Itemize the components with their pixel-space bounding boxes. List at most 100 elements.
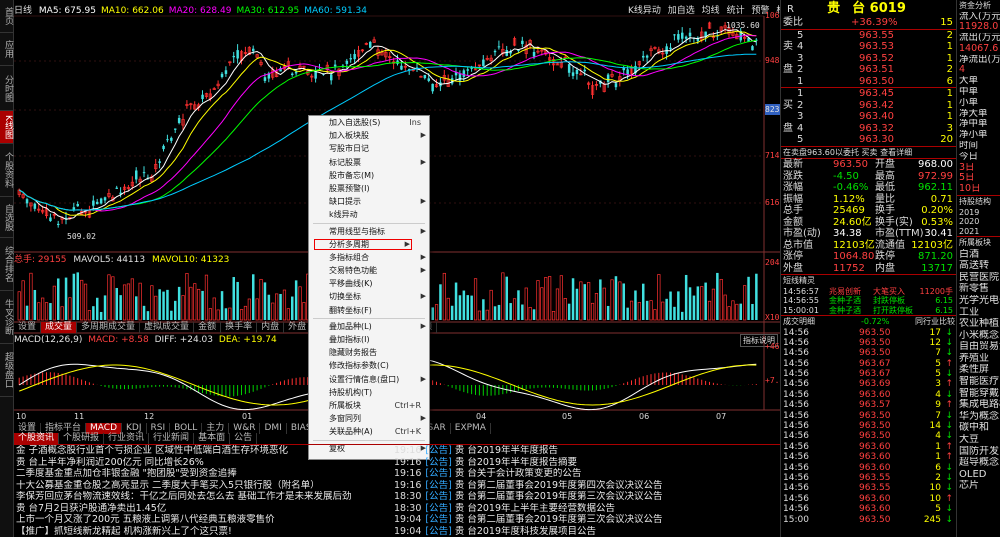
menu-item[interactable]: 写股市日记 xyxy=(309,142,429,155)
volume-tab[interactable]: 金额 xyxy=(194,322,222,333)
left-tab-home[interactable]: 首页 xyxy=(0,0,13,33)
news-tab[interactable]: 个股资讯 xyxy=(14,433,60,444)
buy-order-row[interactable]: 买 2 963.42 1 xyxy=(781,100,957,112)
concept-item[interactable]: 国防开发 xyxy=(957,446,1000,458)
announcement-item[interactable]: 19:04 [公告] 贵 台第二届董事会2019年度第三次会议决议公告 xyxy=(394,514,780,526)
concept-item[interactable]: 智能医疗 xyxy=(957,376,1000,388)
concept-item[interactable]: 养殖业 xyxy=(957,353,1000,365)
menu-item[interactable]: 修改指标参数(C) xyxy=(309,359,429,372)
volume-tab[interactable]: 成交量 xyxy=(41,322,78,333)
buy-order-row[interactable]: 3 963.40 1 xyxy=(781,111,957,123)
sell-order-row[interactable]: 3 963.52 1 xyxy=(781,53,957,65)
news-item[interactable]: 金 子酒概念股行业首个亏损企业 区域性中低端白酒生存环境恶化 xyxy=(16,445,392,457)
news-tab[interactable]: 基本面 xyxy=(194,433,231,444)
announcement-item[interactable]: 19:04 [公告] 贵 台2019年度科技发展项目公告 xyxy=(394,526,780,537)
announcement-item[interactable]: 19:16 [公告] 贵 台2019年半年度报告摘要 xyxy=(394,457,780,469)
menu-item[interactable]: 交易特色功能 ▶ xyxy=(309,264,429,277)
menu-item[interactable]: k线异动 xyxy=(309,208,429,221)
news-item[interactable]: 李保芳回应茅台物流速效线：干亿之后同处去怎么去 基础工作才是未来发展后劲 xyxy=(16,491,392,503)
concept-item[interactable]: 集成电路概 xyxy=(957,399,1000,411)
sell-order-row[interactable]: 5 963.55 2 xyxy=(781,30,957,42)
menu-item[interactable]: 平移曲线(K) xyxy=(309,277,429,290)
menu-item[interactable]: 切换坐标 ▶ xyxy=(309,290,429,303)
concept-item[interactable]: 农业种植 xyxy=(957,318,1000,330)
holding-year[interactable]: 2020 xyxy=(957,217,1000,227)
buy-order-row[interactable]: 盘 4 963.32 3 xyxy=(781,123,957,135)
concept-title[interactable]: 所属板块 xyxy=(957,236,1000,249)
sell-order-row[interactable]: 卖 4 963.53 1 xyxy=(781,41,957,53)
short-elf-item[interactable]: 14:56:55 金种子酒 封跌停板 6.15 xyxy=(781,296,957,306)
news-item[interactable]: 贵 台7月2日获沪股通净卖出1.45亿 xyxy=(16,503,392,515)
news-item[interactable]: 贵 台上半年净利润近200亿元 同比增长26% xyxy=(16,457,392,469)
announcement-item[interactable]: 19:16 [公告] 贵 台关于会计政策变更的公告 xyxy=(394,468,780,480)
news-item[interactable]: 上市一个月又涨了200元 五粮液上调第八代经典五粮液零售价 xyxy=(16,514,392,526)
concept-item[interactable]: 高送转 xyxy=(957,260,1000,272)
short-elf-item[interactable]: 14:56:57 兆易创新 大笔买入 11200手 xyxy=(781,287,957,297)
sell-order-row[interactable]: 1 963.50 6 xyxy=(781,76,957,88)
holding-title[interactable]: 持股结构 xyxy=(957,195,1000,208)
left-tab-timeshare[interactable]: 分时图 xyxy=(0,66,13,111)
menu-item[interactable]: 加入板块股 ▶ xyxy=(309,129,429,142)
left-tab-kline[interactable]: K线图 xyxy=(0,111,13,144)
concept-item[interactable]: 民营医院 xyxy=(957,272,1000,284)
short-elf-item[interactable]: 15:00:01 金种子酒 打开跌停板 6.15 xyxy=(781,306,957,316)
menu-item[interactable]: 叠加指标(I) xyxy=(309,333,429,346)
news-tab[interactable]: 行业新闻 xyxy=(149,433,195,444)
concept-item[interactable]: 新零售 xyxy=(957,283,1000,295)
volume-tab[interactable]: 虚拟成交量 xyxy=(140,322,195,333)
holding-year[interactable]: 2021 xyxy=(957,227,1000,237)
menu-item[interactable]: 分析多周期 ▶ xyxy=(313,238,413,251)
news-item[interactable]: 【推广】抓短线新龙精起 机构涨新兴上了个这只票! xyxy=(16,526,392,537)
concept-item[interactable]: 小米概念 xyxy=(957,330,1000,342)
menu-item[interactable]: 翻转坐标(F) xyxy=(309,304,429,317)
announcement-item[interactable]: 19:16 [公告] 贵 台2019年半年度报告 xyxy=(394,445,780,457)
menu-item[interactable]: 隐藏财务报告 xyxy=(309,346,429,359)
announcement-item[interactable]: 18:30 [公告] 贵 台2019年上半年主要经营数据公告 xyxy=(394,503,780,515)
concept-item[interactable]: OLED xyxy=(957,469,1000,481)
menu-item[interactable]: 常用线型与指标 ▶ xyxy=(309,225,429,238)
news-item[interactable]: 十大公募基金重仓股之高亮显示 二季度大手笔买入5只银行股（附名单） xyxy=(16,480,392,492)
buy-order-row[interactable]: 5 963.30 20 xyxy=(781,134,957,146)
concept-item[interactable]: 自由贸易港 xyxy=(957,341,1000,353)
news-tab[interactable]: 个股研报 xyxy=(59,433,105,444)
concept-item[interactable]: 智能穿戴 xyxy=(957,388,1000,400)
fund-title[interactable]: 资金分析 xyxy=(957,0,1000,12)
menu-item[interactable]: 设置行情信息(盘口) ▶ xyxy=(309,373,429,386)
concept-item[interactable]: 华为概念 xyxy=(957,411,1000,423)
menu-item[interactable]: 持股机构(T) xyxy=(309,386,429,399)
news-tab[interactable]: 公告 xyxy=(230,433,258,444)
menu-item[interactable]: 所属板块 Ctrl+R xyxy=(309,399,429,412)
menu-item[interactable]: 缺口提示 ▶ xyxy=(309,195,429,208)
announcement-item[interactable]: 18:30 [公告] 贵 台第二届董事会2019年度第三次会议决议公告 xyxy=(394,491,780,503)
menu-item[interactable]: 标记股票 ▶ xyxy=(309,156,429,169)
concept-item[interactable]: 芯片 xyxy=(957,480,1000,492)
left-tab-watchlist[interactable]: 自选股 xyxy=(0,197,13,238)
menu-item[interactable]: 股票预警(I) xyxy=(309,182,429,195)
concept-item[interactable]: 大豆 xyxy=(957,434,1000,446)
concept-item[interactable]: 工业 xyxy=(957,307,1000,319)
buy-order-row[interactable]: 1 963.45 1 xyxy=(781,88,957,100)
concept-item[interactable]: 超导概念 xyxy=(957,457,1000,469)
menu-item[interactable]: 多窗同列 ▶ xyxy=(309,412,429,425)
concept-item[interactable]: 白酒 xyxy=(957,249,1000,261)
menu-item[interactable]: 多指标组合 ▶ xyxy=(309,251,429,264)
order-status-line[interactable]: 在卖盘963.60以委托 买卖 查看详细 xyxy=(781,145,957,159)
volume-tab[interactable]: 设置 xyxy=(14,322,42,333)
menu-item[interactable]: 股市备忘(M) xyxy=(309,169,429,182)
concept-item[interactable]: 光学光电子 xyxy=(957,295,1000,307)
left-tab-stock-info[interactable]: 个股资料 xyxy=(0,144,13,197)
announcement-item[interactable]: 19:16 [公告] 贵 台第二届董事会2019年度第四次会议决议公告 xyxy=(394,480,780,492)
sell-order-row[interactable]: 盘 2 963.51 2 xyxy=(781,64,957,76)
left-tab-apps[interactable]: 应用 xyxy=(0,33,13,66)
concept-item[interactable]: 碳中和 xyxy=(957,422,1000,434)
left-tab-ranking[interactable]: 综合排名 xyxy=(0,238,13,291)
holding-year[interactable]: 2019 xyxy=(957,208,1000,218)
left-tab-super-panel[interactable]: 超级盘口 xyxy=(0,344,13,397)
left-tab-diagnosis[interactable]: 牛叉诊断 xyxy=(0,291,13,344)
menu-item[interactable]: 叠加品种(L) ▶ xyxy=(309,320,429,333)
news-item[interactable]: 二季度基金重点加仓非银金融 "抱团股"受到资金追捧 xyxy=(16,468,392,480)
menu-item[interactable]: 加入自选股(S) Ins xyxy=(309,116,429,129)
news-tab[interactable]: 行业资讯 xyxy=(104,433,150,444)
volume-tab[interactable]: 多周期成交量 xyxy=(77,322,141,333)
concept-item[interactable]: 柔性屏 xyxy=(957,364,1000,376)
